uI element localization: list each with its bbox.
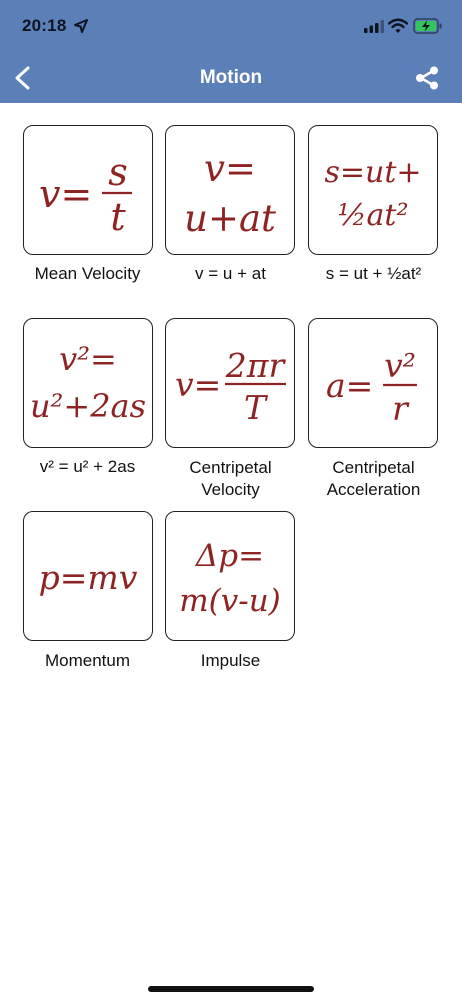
formula-label: s = ut + ½at²: [325, 264, 422, 283]
formula-lhs: v=: [39, 172, 92, 216]
formula-lhs: a=: [326, 366, 373, 405]
formula-label-line-1: Centripetal: [189, 458, 272, 477]
formula-label: v² = u² + 2as: [39, 457, 136, 476]
signal-icon: [364, 20, 384, 33]
formula-numerator: v²: [384, 346, 416, 385]
home-indicator[interactable]: [148, 986, 314, 992]
formula-tile-centripetal-acceleration[interactable]: a= v² r: [308, 318, 438, 448]
formula-label-line-2: Acceleration: [326, 480, 421, 499]
formula-tile-s-ut-half-at2[interactable]: s=ut+ ½at²: [308, 125, 438, 255]
formula-line-1: p=mv: [39, 558, 138, 597]
formula-tile-momentum[interactable]: p=mv: [23, 511, 153, 641]
status-time: 20:18: [22, 16, 67, 35]
formula-tile-impulse[interactable]: Δp= m(v-u): [165, 511, 295, 641]
formula-label: Momentum: [44, 651, 131, 670]
formula-tile-mean-velocity[interactable]: v= s t: [23, 125, 153, 255]
formula-line-2: m(v-u): [179, 583, 281, 619]
formula-line-1: s=ut+: [324, 155, 421, 190]
formula-line-2: ½at²: [337, 198, 408, 233]
formula-label: Mean Velocity: [34, 264, 141, 283]
share-button[interactable]: [412, 64, 442, 92]
formula-numerator: 2πr: [225, 346, 287, 385]
formula-line-2: u²+2as: [30, 387, 146, 425]
formula-denominator: t: [110, 195, 126, 239]
share-icon: [416, 66, 438, 90]
formula-line-1: v=: [204, 147, 256, 190]
formula-line-2: u+at: [184, 197, 276, 240]
page-title: Motion: [199, 67, 263, 88]
formula-denominator: r: [392, 389, 410, 428]
formula-label: Impulse: [200, 651, 261, 670]
battery-charging-icon: [413, 18, 442, 34]
formula-numerator: s: [108, 150, 128, 194]
location-arrow-icon: [74, 19, 88, 33]
formula-tile-v-u-at[interactable]: v= u+at: [165, 125, 295, 255]
formula-denominator: T: [244, 388, 269, 427]
formula-tile-v2-u2-2as[interactable]: v²= u²+2as: [23, 318, 153, 448]
formula-tile-centripetal-velocity[interactable]: v= 2πr T: [165, 318, 295, 448]
nav-header: 20:18 Motion: [0, 0, 462, 103]
formula-label: v = u + at: [195, 264, 266, 283]
formula-lhs: v=: [175, 365, 221, 404]
formula-label-line-2: Velocity: [201, 480, 260, 499]
formula-line-1: Δp=: [195, 538, 264, 574]
wifi-icon: [388, 18, 408, 33]
formula-label-line-1: Centripetal: [332, 458, 415, 477]
formula-line-1: v²=: [59, 340, 117, 378]
